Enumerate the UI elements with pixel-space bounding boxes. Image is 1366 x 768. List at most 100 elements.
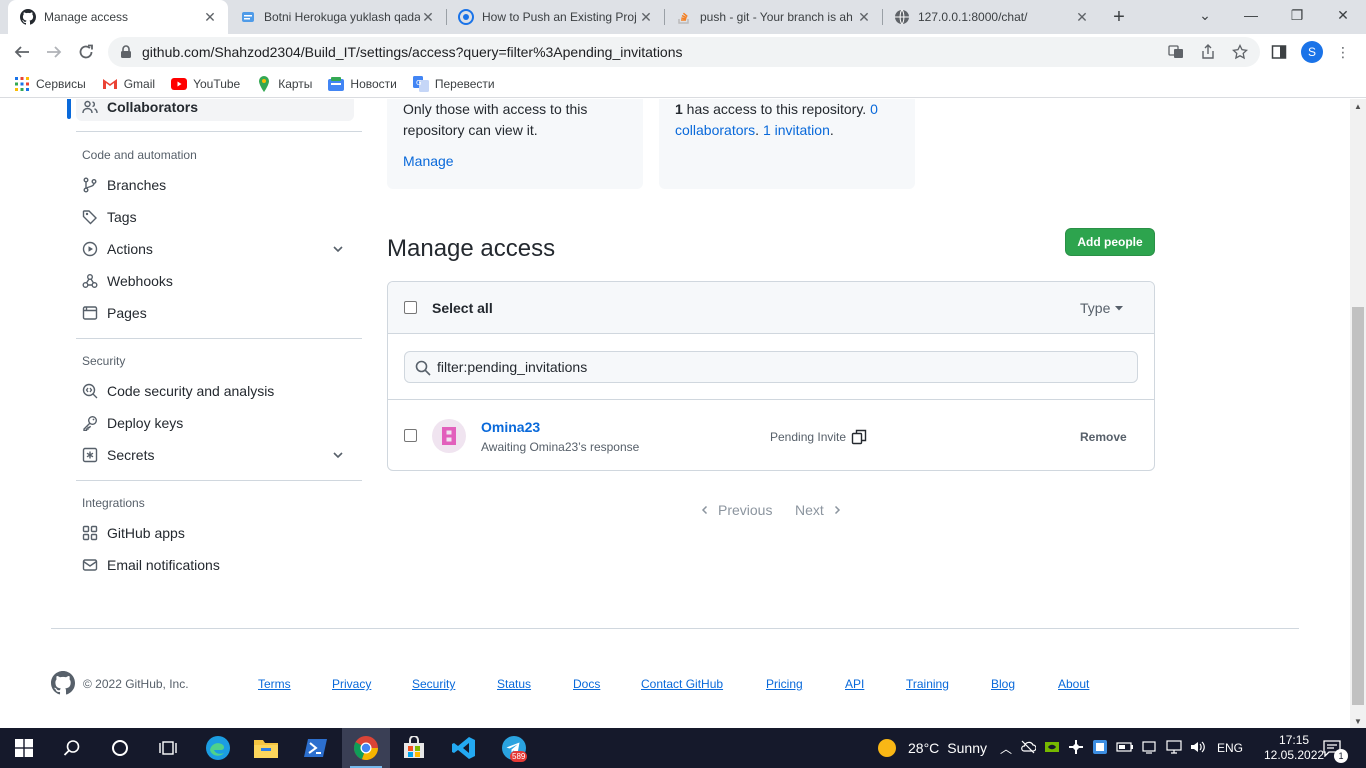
add-people-button[interactable]: Add people [1065, 228, 1155, 256]
new-tab-button[interactable]: + [1108, 6, 1130, 28]
nvidia-icon[interactable] [1044, 740, 1060, 757]
sidebar-item-code-security[interactable]: Code security and analysis [76, 377, 354, 405]
footer-link-terms[interactable]: Terms [258, 677, 291, 691]
invitations-link[interactable]: 1 invitation [763, 122, 830, 138]
volume-icon[interactable] [1190, 740, 1206, 757]
forward-button[interactable] [40, 38, 68, 66]
cloud-off-icon[interactable] [1020, 740, 1037, 757]
reload-button[interactable] [72, 38, 100, 66]
sidebar-item-pages[interactable]: Pages [76, 299, 354, 327]
bookmark-translate[interactable]: G Перевести [412, 75, 495, 92]
pagination-previous[interactable]: Previous [700, 502, 772, 518]
footer-link-about[interactable]: About [1058, 677, 1089, 691]
sidebar-item-secrets[interactable]: Secrets [76, 441, 354, 469]
tab-local-chat[interactable]: 127.0.0.1:8000/chat/ ✕ [882, 0, 1100, 34]
footer-link-blog[interactable]: Blog [991, 677, 1015, 691]
manage-visibility-link[interactable]: Manage [403, 153, 454, 169]
maximize-button[interactable]: ❐ [1274, 0, 1320, 30]
app-tray-icon[interactable] [1068, 739, 1084, 758]
taskbar-app-store[interactable] [390, 728, 438, 768]
address-bar[interactable]: github.com/Shahzod2304/Build_IT/settings… [108, 37, 1260, 67]
scrollbar-thumb[interactable] [1352, 307, 1364, 705]
taskbar-app-powershell[interactable] [292, 728, 340, 768]
tab-manage-access[interactable]: Manage access ✕ [8, 0, 228, 34]
sidebar-item-email-notifications[interactable]: Email notifications [76, 551, 354, 579]
task-view-button[interactable] [144, 728, 192, 768]
filter-search-input[interactable]: filter:pending_invitations [404, 351, 1138, 383]
sidebar-item-tags[interactable]: Tags [76, 203, 354, 231]
taskbar-app-chrome[interactable] [342, 728, 390, 768]
copy-icon[interactable] [851, 429, 867, 445]
sidebar-item-actions[interactable]: Actions [76, 235, 354, 263]
pagination-next[interactable]: Next [795, 502, 842, 518]
footer-link-api[interactable]: API [845, 677, 864, 691]
back-button[interactable] [8, 38, 36, 66]
scroll-down-arrow-icon[interactable]: ▼ [1350, 714, 1366, 728]
row-checkbox[interactable] [404, 429, 417, 442]
tab-how-to-push[interactable]: How to Push an Existing Proj ✕ [446, 0, 664, 34]
footer-link-status[interactable]: Status [497, 677, 531, 691]
sidebar-item-branches[interactable]: Branches [76, 171, 354, 199]
avatar[interactable] [432, 419, 466, 453]
page-scrollbar[interactable]: ▲ ▼ [1350, 99, 1366, 728]
share-icon[interactable] [1199, 43, 1217, 61]
footer-link-pricing[interactable]: Pricing [766, 677, 803, 691]
sidebar-item-collaborators[interactable]: Collaborators [76, 99, 354, 121]
start-button[interactable] [0, 728, 48, 768]
close-icon[interactable]: ✕ [638, 9, 654, 25]
weather-widget[interactable]: 28°C Sunny [878, 728, 987, 768]
bookmark-youtube[interactable]: YouTube [171, 76, 240, 92]
system-tray-icons: ︿ [1000, 728, 1206, 768]
bookmark-star-icon[interactable] [1231, 43, 1249, 61]
side-panel-icon[interactable] [1270, 43, 1288, 61]
translate-icon[interactable] [1167, 43, 1185, 61]
bookmark-services[interactable]: Сервисы [14, 76, 86, 92]
collaborators-count-link[interactable]: 0 [870, 101, 878, 117]
remove-button[interactable]: Remove [1080, 430, 1127, 444]
footer-link-training[interactable]: Training [906, 677, 949, 691]
close-icon[interactable]: ✕ [856, 9, 872, 25]
chevron-down-icon[interactable] [330, 447, 346, 463]
scroll-up-arrow-icon[interactable]: ▲ [1350, 99, 1366, 113]
chevron-up-icon[interactable]: ︿ [1000, 740, 1012, 757]
minimize-button[interactable]: — [1228, 0, 1274, 30]
bookmark-maps[interactable]: Карты [256, 75, 312, 92]
footer-link-docs[interactable]: Docs [573, 677, 600, 691]
sidebar-item-deploy-keys[interactable]: Deploy keys [76, 409, 354, 437]
window-close-button[interactable]: ✕ [1320, 0, 1366, 30]
bookmark-gmail[interactable]: Gmail [102, 76, 155, 92]
bookmark-news[interactable]: Новости [328, 76, 397, 92]
cortana-button[interactable] [96, 728, 144, 768]
collaborator-username-link[interactable]: Omina23 [481, 419, 540, 435]
security-tray-icon[interactable] [1092, 739, 1108, 758]
sidebar-item-github-apps[interactable]: GitHub apps [76, 519, 354, 547]
close-icon[interactable]: ✕ [1074, 9, 1090, 25]
github-mark-icon[interactable] [51, 671, 76, 698]
monitor-icon[interactable] [1166, 739, 1182, 757]
select-all-checkbox[interactable] [404, 301, 417, 314]
network-icon[interactable] [1142, 740, 1158, 757]
tab-botni-herokuga[interactable]: Botni Herokuga yuklash qada ✕ [228, 0, 446, 34]
tab-search-chevron-icon[interactable]: ⌄ [1182, 0, 1228, 30]
sidebar-item-webhooks[interactable]: Webhooks [76, 267, 354, 295]
chevron-down-icon[interactable] [330, 241, 346, 257]
clock[interactable]: 17:15 12.05.2022 [1264, 728, 1324, 768]
collaborators-link[interactable]: collaborators [675, 122, 755, 138]
close-icon[interactable]: ✕ [202, 9, 218, 25]
profile-avatar[interactable]: S [1301, 41, 1323, 63]
search-button[interactable] [48, 728, 96, 768]
taskbar-app-edge[interactable] [194, 728, 242, 768]
notifications-button[interactable]: 1 [1322, 728, 1348, 768]
type-filter-dropdown[interactable]: Type [1080, 300, 1124, 316]
tab-push-git[interactable]: push - git - Your branch is ah ✕ [664, 0, 882, 34]
taskbar-app-telegram[interactable]: 589 [490, 728, 538, 768]
taskbar-app-vscode[interactable] [440, 728, 488, 768]
more-menu-icon[interactable]: ⋮ [1334, 43, 1352, 61]
footer-link-contact[interactable]: Contact GitHub [641, 677, 723, 691]
footer-link-security[interactable]: Security [412, 677, 455, 691]
battery-icon[interactable] [1116, 741, 1134, 756]
close-icon[interactable]: ✕ [420, 9, 436, 25]
taskbar-app-explorer[interactable] [242, 728, 290, 768]
footer-link-privacy[interactable]: Privacy [332, 677, 371, 691]
language-indicator[interactable]: ENG [1217, 728, 1243, 768]
